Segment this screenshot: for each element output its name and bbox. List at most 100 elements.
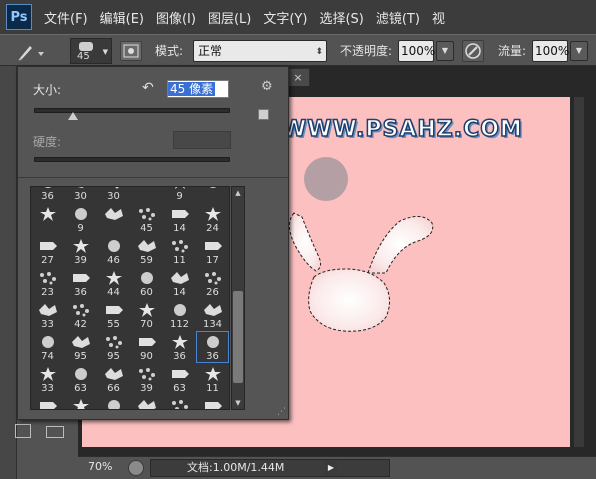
brush-preset-cell[interactable]: 36 [64, 267, 97, 299]
brush-preset-cell[interactable]: 17 [196, 235, 229, 267]
brush-preset-cell[interactable]: 95 [64, 331, 97, 363]
opacity-dropdown-button[interactable]: ▼ [436, 41, 454, 61]
brush-preset-cell[interactable]: 59 [130, 235, 163, 267]
brush-preset-cell[interactable]: 9 [64, 203, 97, 235]
brush-preset-cell[interactable]: 90 [130, 331, 163, 363]
brush-preset-cell[interactable]: 11 [163, 235, 196, 267]
brush-preset-cell[interactable] [130, 395, 163, 409]
brush-preset-cell[interactable]: 33 [31, 299, 64, 331]
brush-preset-cell[interactable]: 39 [130, 363, 163, 395]
brush-panel-toggle-button[interactable] [120, 41, 142, 61]
brush-preset-picker-panel: 大小: ↶ 45 像素 ⚙ 硬度: 36 30 30 9 9 45 14 24 27 39 46 59… [17, 66, 289, 420]
menu-edit[interactable]: 编辑(E) [100, 8, 144, 27]
brush-preset-cell[interactable]: 30 [64, 187, 97, 203]
brush-preset-cell[interactable]: 46 [97, 235, 130, 267]
brush-preset-cell[interactable]: 24 [196, 203, 229, 235]
brush-preset-cell[interactable]: 27 [31, 235, 64, 267]
screen-mode-icon[interactable] [46, 426, 64, 438]
brush-grid-scrollbar[interactable]: ▲ ▼ [231, 186, 245, 410]
menu-type[interactable]: 文字(Y) [263, 8, 307, 27]
brush-preset-cell[interactable]: 36 [163, 331, 196, 363]
opacity-field[interactable]: 100% [398, 40, 436, 62]
brush-preset-cell[interactable]: 63 [64, 363, 97, 395]
resize-grip-icon[interactable]: ⋰ [277, 407, 286, 417]
scroll-up-icon[interactable]: ▲ [232, 187, 244, 199]
flow-field[interactable]: 100% [532, 40, 569, 62]
chevron-down-icon: ▼ [441, 46, 449, 55]
brush-preset-cell[interactable] [31, 395, 64, 409]
brush-preset-cell[interactable]: 45 [130, 203, 163, 235]
hardness-input[interactable] [173, 131, 231, 149]
brush-preset-cell[interactable]: 36 [31, 187, 64, 203]
brush-preset-cell[interactable]: 74 [31, 331, 64, 363]
brush-preset-cell[interactable]: 134 [196, 299, 229, 331]
brush-tip-icon [74, 368, 87, 380]
brush-preset-cell[interactable]: 30 [97, 187, 130, 203]
brush-tip-icon [39, 207, 56, 221]
document-tab-close-button[interactable]: × [286, 68, 310, 86]
quick-mask-icon[interactable] [15, 424, 31, 438]
brush-size-label: 55 [107, 319, 120, 330]
brush-preset-cell[interactable] [64, 395, 97, 409]
reset-size-icon[interactable]: ↶ [142, 80, 154, 96]
brush-preset-cell[interactable]: 39 [64, 235, 97, 267]
brush-tip-icon [204, 272, 221, 285]
brush-preset-cell[interactable]: 14 [163, 267, 196, 299]
gear-icon[interactable]: ⚙ [261, 79, 273, 94]
mode-select[interactable]: 正常 ⬍ [193, 40, 327, 62]
tablet-pressure-icon [465, 43, 481, 59]
brush-preset-cell[interactable]: 60 [130, 267, 163, 299]
brush-preset-cell[interactable]: 36 [196, 331, 229, 363]
brush-tip-icon [38, 304, 57, 316]
brush-preset-cell[interactable] [97, 203, 130, 235]
watermark-text: WWW.PSAHZ.COM [281, 116, 523, 143]
brush-tip-icon [204, 242, 222, 250]
new-preset-icon[interactable] [258, 109, 269, 120]
brush-preset-cell[interactable]: 23 [31, 267, 64, 299]
menu-view[interactable]: 视 [432, 8, 445, 27]
brush-preset-cell[interactable] [31, 203, 64, 235]
size-input[interactable]: 45 像素 [167, 80, 229, 98]
brush-preset-cell[interactable] [163, 395, 196, 409]
menu-layer[interactable]: 图层(L) [208, 8, 251, 27]
brush-preset-picker[interactable]: 45 ▼ [70, 38, 112, 64]
brush-preset-cell[interactable]: 42 [64, 299, 97, 331]
tool-preset-picker[interactable] [16, 40, 46, 62]
brush-preset-cell[interactable]: 14 [163, 203, 196, 235]
brush-preset-cell[interactable]: 63 [163, 363, 196, 395]
brush-preset-cell[interactable]: 55 [97, 299, 130, 331]
brush-preset-cell[interactable]: 9 [163, 187, 196, 203]
brush-size-label: 95 [107, 351, 120, 362]
flow-dropdown-button[interactable]: ▼ [570, 41, 588, 61]
brush-preset-cell[interactable] [196, 395, 229, 409]
brush-preset-cell[interactable] [130, 187, 163, 203]
brush-preset-cell[interactable] [196, 187, 229, 203]
brush-preset-cell[interactable]: 66 [97, 363, 130, 395]
brush-preset-cell[interactable] [97, 395, 130, 409]
size-slider-knob[interactable] [68, 112, 79, 120]
hardness-slider[interactable] [34, 157, 230, 162]
document-info[interactable]: 文档:1.00M/1.44M [150, 459, 390, 477]
pressure-opacity-button[interactable] [462, 40, 484, 62]
brush-preset-cell[interactable]: 95 [97, 331, 130, 363]
brush-preset-cell[interactable]: 26 [196, 267, 229, 299]
zoom-level[interactable]: 70% [88, 460, 112, 473]
brush-size-label: 33 [41, 319, 54, 330]
brush-preset-cell[interactable]: 33 [31, 363, 64, 395]
brush-preset-cell[interactable]: 11 [196, 363, 229, 395]
opacity-value: 100% [401, 44, 436, 58]
status-menu-arrow-icon[interactable]: ▶ [324, 461, 338, 475]
menu-select[interactable]: 选择(S) [319, 8, 363, 27]
size-slider[interactable] [34, 108, 230, 113]
menu-image[interactable]: 图像(I) [156, 8, 196, 27]
scrollbar-thumb[interactable] [233, 291, 243, 383]
brush-preset-cell[interactable]: 44 [97, 267, 130, 299]
scroll-down-icon[interactable]: ▼ [232, 397, 244, 409]
menu-filter[interactable]: 滤镜(T) [376, 8, 420, 27]
document-vertical-scrollbar[interactable] [574, 97, 584, 447]
menu-file[interactable]: 文件(F) [44, 8, 88, 27]
brush-preset-cell[interactable]: 70 [130, 299, 163, 331]
brush-preset-cell[interactable]: 112 [163, 299, 196, 331]
brush-tip-icon [72, 239, 89, 253]
brush-tip-icon [204, 207, 221, 221]
